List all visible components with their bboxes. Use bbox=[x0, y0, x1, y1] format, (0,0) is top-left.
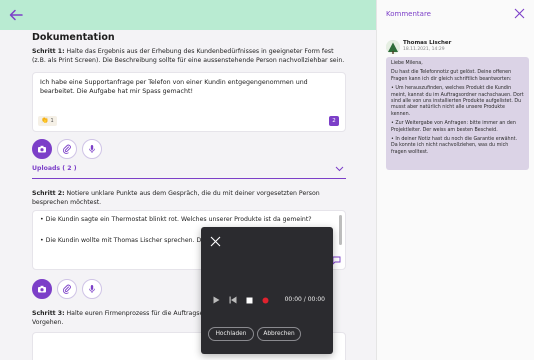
list-item: • Die Kundin sagte ein Thermostat blinkt… bbox=[40, 216, 312, 223]
camera-button[interactable] bbox=[32, 279, 52, 299]
chevron-down-icon bbox=[335, 166, 344, 172]
attach-button[interactable] bbox=[57, 139, 77, 159]
uploads-toggle[interactable]: Uploads ( 2 ) bbox=[32, 165, 346, 177]
comment-paragraph: • Um herauszufinden, welches Produkt die… bbox=[391, 86, 524, 117]
microphone-icon bbox=[89, 285, 95, 293]
camera-icon bbox=[38, 285, 46, 293]
tree-avatar-icon bbox=[386, 41, 400, 54]
comment-bubble: Liebe Milena, Du hast die Telefonnotiz g… bbox=[386, 57, 529, 170]
close-icon[interactable] bbox=[514, 8, 525, 19]
clap-icon: 👏 bbox=[41, 117, 49, 124]
like-chip[interactable]: 👏 1 bbox=[38, 116, 57, 126]
arrow-left-icon[interactable] bbox=[8, 7, 24, 23]
uploads-divider bbox=[32, 178, 346, 179]
scrollbar[interactable] bbox=[339, 215, 342, 245]
close-icon[interactable] bbox=[210, 236, 221, 247]
comment-count-badge[interactable]: 2 bbox=[329, 116, 339, 126]
recording-time: 00:00 / 00:00 bbox=[284, 296, 325, 303]
page-title: Dokumentation bbox=[32, 32, 115, 43]
skip-back-icon[interactable] bbox=[229, 296, 237, 304]
camera-icon bbox=[38, 145, 46, 153]
step-1-text: Halte das Ergebnis aus der Erhebung des … bbox=[32, 48, 345, 64]
microphone-icon bbox=[89, 145, 95, 153]
avatar bbox=[386, 40, 400, 54]
step-3-text: Halte euren Firmenprozess für die Auftra… bbox=[64, 310, 206, 317]
comment-paragraph: Liebe Milena, bbox=[391, 61, 423, 66]
comment-date: 18.11.2021, 14:29 bbox=[403, 47, 445, 52]
comments-title: Kommentare bbox=[386, 10, 431, 18]
step-1-actions bbox=[32, 139, 102, 159]
like-count: 1 bbox=[50, 118, 54, 124]
audio-recorder-dialog: 00:00 / 00:00 Hochladen Abbrechen bbox=[201, 227, 333, 354]
step-3-text-continued: Vorgehen. bbox=[32, 318, 64, 326]
comments-panel: Kommentare Thomas Lischer 18.11.2021, 14… bbox=[376, 0, 534, 360]
step-1-instruction: Schritt 1: Halte das Ergebnis aus der Er… bbox=[32, 48, 346, 65]
step-3-label: Schritt 3: bbox=[32, 310, 65, 317]
camera-button[interactable] bbox=[32, 139, 52, 159]
comment-paragraph: • Zur Weitergabe von Anfragen: bitte imm… bbox=[391, 121, 516, 133]
paperclip-icon bbox=[62, 144, 71, 154]
stop-icon[interactable] bbox=[246, 297, 253, 304]
paperclip-icon bbox=[62, 284, 71, 294]
step-1-answer[interactable]: Ich habe eine Supportanfrage per Telefon… bbox=[40, 79, 338, 96]
step-2-instruction: Schritt 2: Notiere unklare Punkte aus de… bbox=[32, 190, 346, 207]
top-bar bbox=[0, 0, 376, 30]
comment-author: Thomas Lischer bbox=[403, 40, 452, 46]
step-2-actions bbox=[32, 279, 102, 299]
playback-controls bbox=[213, 296, 269, 304]
attach-button[interactable] bbox=[57, 279, 77, 299]
comment-icon[interactable] bbox=[332, 256, 341, 265]
step-1-label: Schritt 1: bbox=[32, 48, 65, 55]
comment-paragraph: Du hast die Telefonnotiz gut gelöst. Dei… bbox=[391, 70, 512, 82]
comment-paragraph: • In deiner Notiz hast du noch die Garan… bbox=[391, 137, 518, 155]
record-icon[interactable] bbox=[262, 297, 269, 304]
microphone-button[interactable] bbox=[82, 279, 102, 299]
upload-button[interactable]: Hochladen bbox=[208, 327, 254, 341]
step-2-label: Schritt 2: bbox=[32, 190, 65, 197]
microphone-button[interactable] bbox=[82, 139, 102, 159]
cancel-button[interactable]: Abbrechen bbox=[257, 327, 301, 341]
step-2-text: Notiere unklare Punkte aus dem Gespräch,… bbox=[32, 190, 320, 206]
step-1-answer-card[interactable]: Ich habe eine Supportanfrage per Telefon… bbox=[32, 72, 346, 132]
play-icon[interactable] bbox=[213, 296, 220, 304]
uploads-label: Uploads ( 2 ) bbox=[32, 165, 77, 172]
